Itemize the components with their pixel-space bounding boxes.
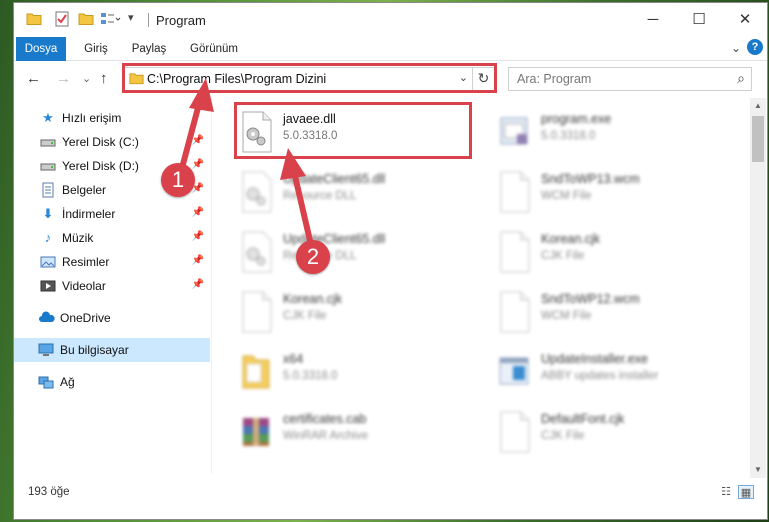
step-2-callout: 2 xyxy=(296,240,330,274)
arrow-to-file xyxy=(280,148,314,248)
arrow-to-address-bar xyxy=(179,78,214,171)
step-1-callout: 1 xyxy=(161,163,195,197)
annotation-arrows xyxy=(179,78,314,248)
